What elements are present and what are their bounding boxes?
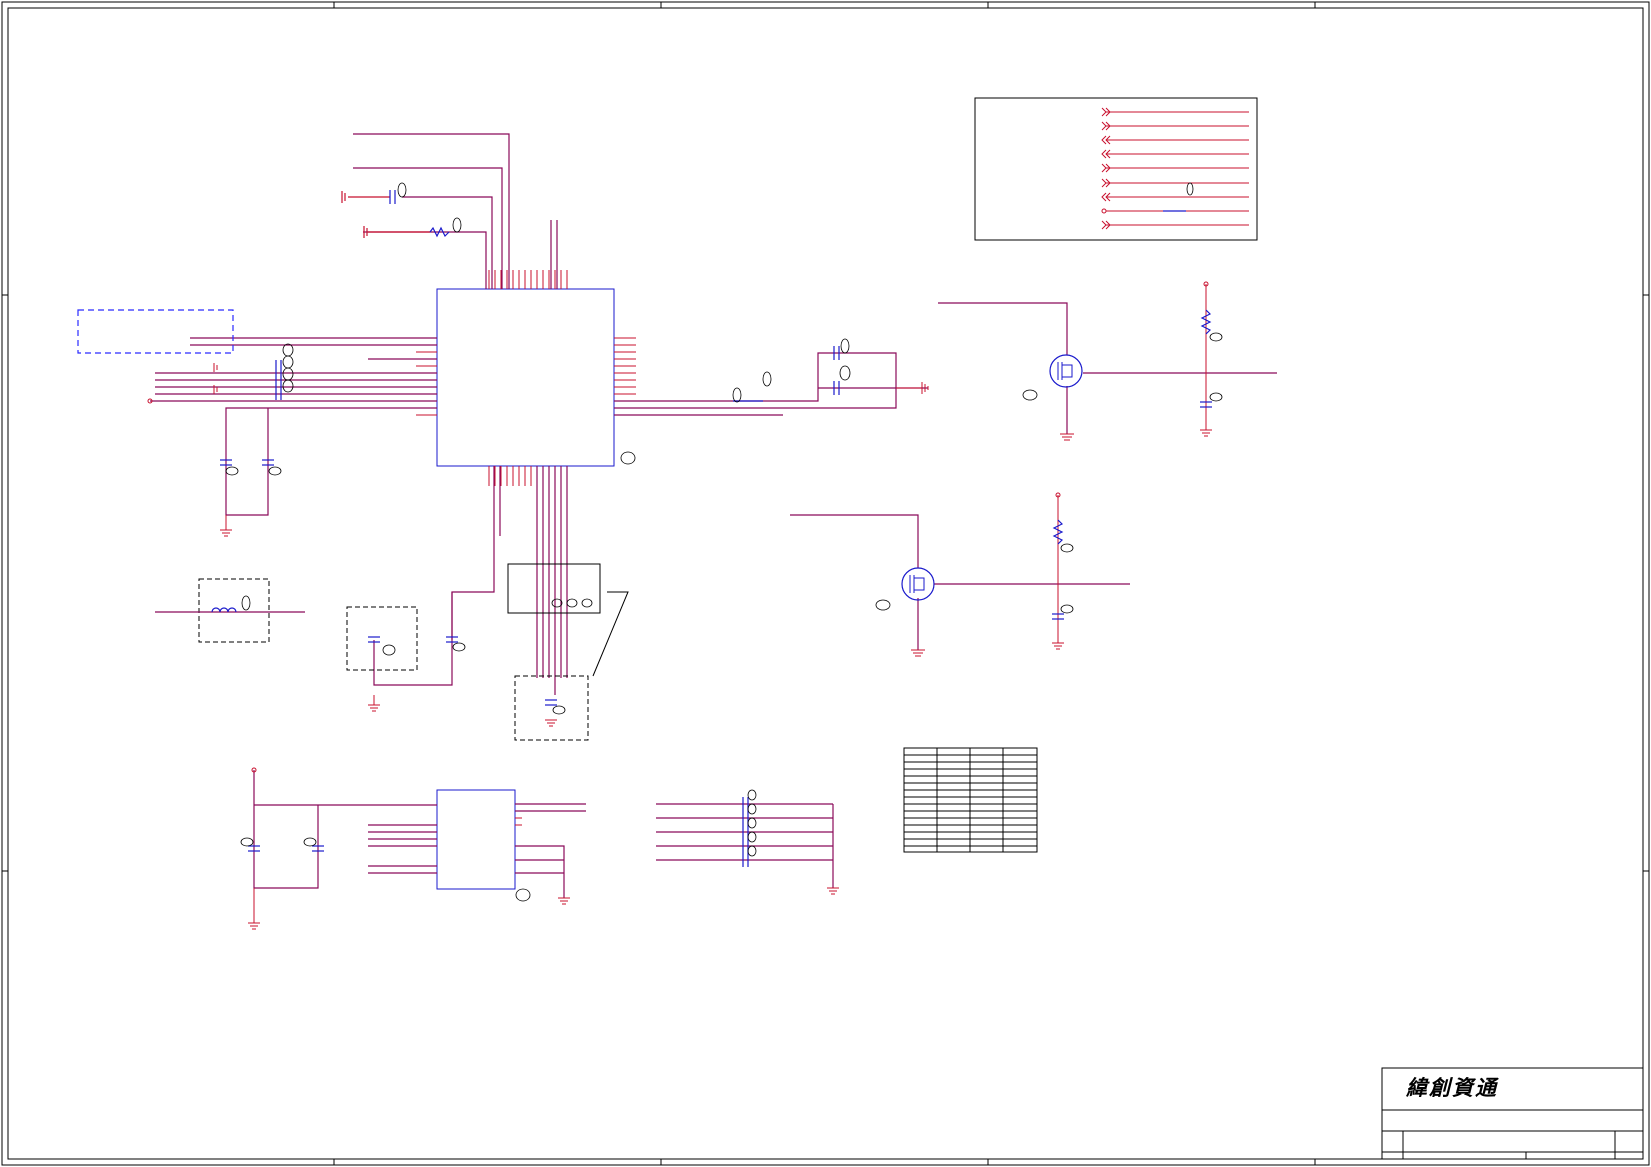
signal-connector-box — [974, 97, 1258, 241]
bottom-ic-circuit — [240, 767, 586, 930]
right-nets — [614, 352, 928, 416]
top-nets — [353, 133, 558, 289]
cap-bank — [656, 789, 839, 895]
bottom-nets — [373, 466, 568, 695]
right-caps — [732, 338, 929, 403]
cap-block-1 — [346, 606, 466, 712]
mosfet-circuit-2 — [790, 492, 1130, 657]
mosfet-circuit-1 — [938, 281, 1277, 441]
top-left-components — [341, 182, 462, 238]
sheet-border — [1, 1, 1650, 1166]
main-ic — [416, 270, 636, 486]
connector-block — [507, 563, 629, 741]
note-box-left — [77, 309, 234, 354]
schematic-sheet: 緯創資通 — [1, 1, 1650, 1166]
company-logo: 緯創資通 — [1405, 1075, 1499, 1100]
inductor-block — [155, 578, 305, 643]
reference-grid — [903, 747, 1038, 853]
left-nets — [150, 337, 437, 516]
